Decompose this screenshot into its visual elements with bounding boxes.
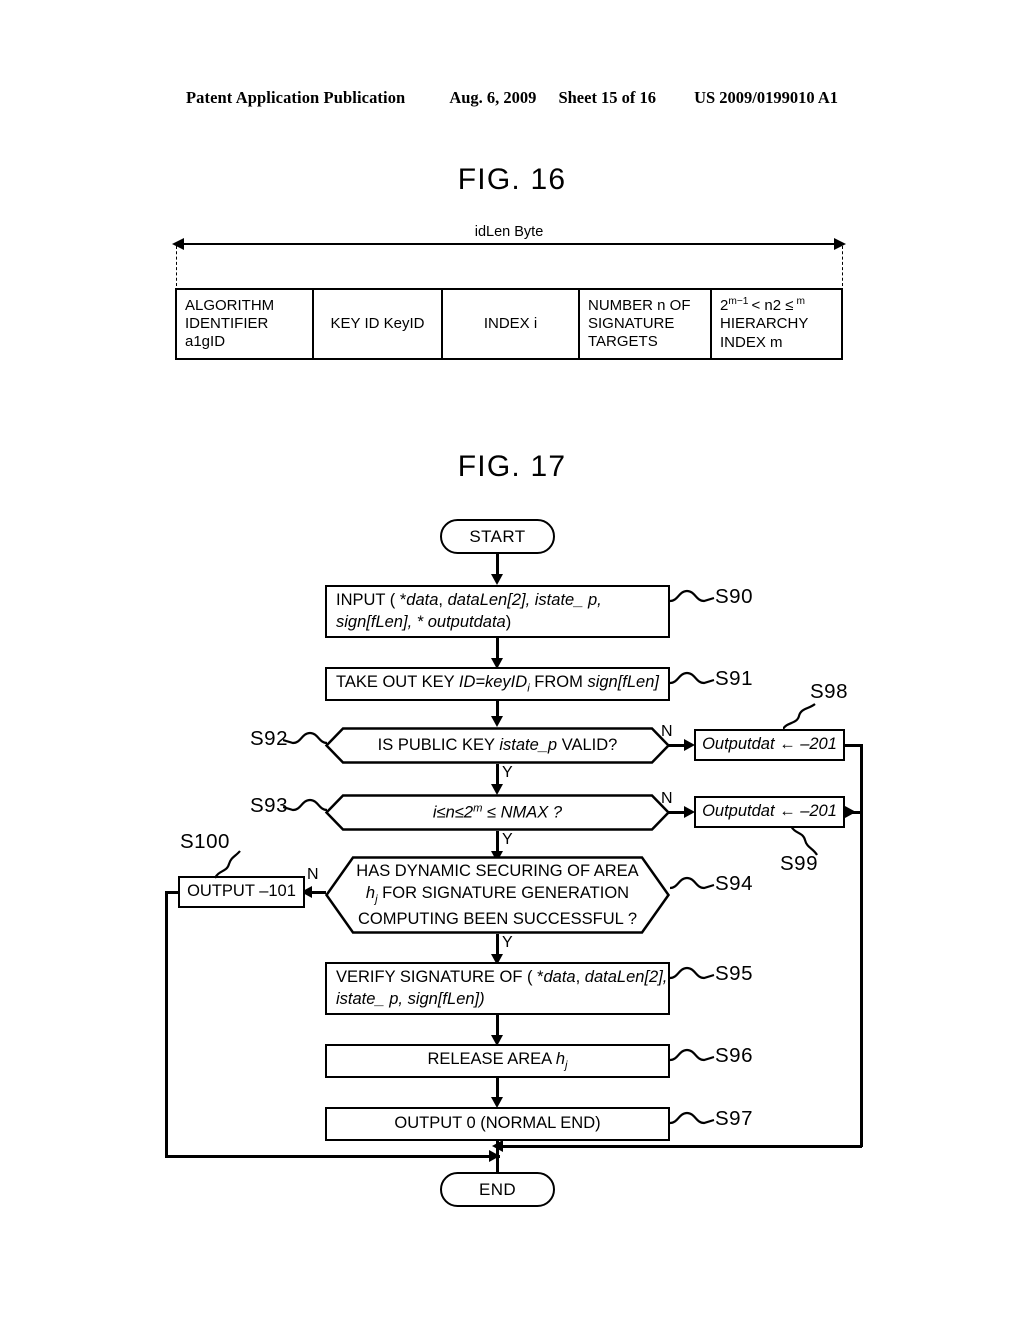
s95-line-2: istate_ p, sign[fLen]) [336, 989, 485, 1010]
step-label-s90: S90 [715, 585, 753, 608]
step-label-s98: S98 [810, 680, 848, 703]
s95-line-1: VERIFY SIGNATURE OF ( *data, dataLen[2], [336, 967, 667, 988]
s90-text: INPUT ( * [336, 591, 407, 610]
s95-var-data: data [543, 968, 576, 987]
flowchart-end-terminator: END [440, 1172, 555, 1207]
flowchart-node-s95: VERIFY SIGNATURE OF ( *data, dataLen[2],… [325, 962, 670, 1015]
leader-line-s95 [670, 966, 715, 980]
step-label-s97: S97 [715, 1107, 753, 1130]
s95-text: [fLen]) [437, 989, 485, 1008]
connector-s94-to-s100 [310, 891, 326, 894]
leader-line-s93 [283, 798, 328, 812]
flowchart-node-s90: INPUT ( *data, dataLen[2], istate_ p, si… [325, 585, 670, 638]
branch-label-s94-no: N [307, 866, 319, 883]
branch-label-s94-yes: Y [502, 934, 513, 951]
s98-line: Outputdat ← –201 [702, 735, 837, 754]
s95-var-istate: istate_ [336, 989, 385, 1008]
step-label-s92: S92 [250, 727, 288, 750]
s95-text: [2], [644, 968, 668, 987]
s90-line-1: INPUT ( *data, dataLen[2], istate_ p, [336, 590, 602, 611]
flowchart-node-s93: i≤n≤2m ≤ NMAX ? [324, 794, 671, 831]
step-label-s96: S96 [715, 1044, 753, 1067]
branch-label-s93-no: N [661, 790, 673, 807]
figure-17-title: FIG. 17 [457, 450, 567, 483]
leader-line-s90 [670, 589, 715, 603]
s95-var-datalen: dataLen [584, 968, 645, 987]
flowchart-start-terminator: START [440, 519, 555, 554]
connector-s93-to-s94 [496, 831, 499, 853]
s90-text: , [438, 591, 448, 610]
s96-subscript-j: j [565, 1059, 568, 1072]
s94-hexagon-outline [324, 856, 671, 934]
step-label-s94: S94 [715, 872, 753, 895]
branch-label-s93-yes: Y [502, 831, 513, 848]
s95-text: VERIFY SIGNATURE OF ( * [336, 968, 544, 987]
flowchart-node-s100: OUTPUT –101 [178, 876, 305, 908]
flowchart-node-s94: HAS DYNAMIC SECURING OF AREA hj FOR SIGN… [324, 856, 671, 934]
s90-text: p, [583, 591, 602, 610]
flowchart-node-s99: Outputdat ← –201 [694, 796, 845, 828]
s90-var-data: data [406, 591, 439, 610]
flowchart-node-s92: IS PUBLIC KEY istate_p VALID? [324, 727, 671, 764]
s90-text: ) [505, 612, 512, 631]
s91-line: TAKE OUT KEY ID=keyIDi FROM sign[fLen] [336, 672, 659, 696]
s99-line: Outputdat ← –201 [702, 802, 837, 821]
s90-text: [fLen], * [366, 612, 424, 631]
s91-var-sign: sign[fLen] [587, 673, 659, 692]
end-label: END [478, 1179, 517, 1199]
s91-var-keyid: ID=keyID [458, 673, 528, 692]
leader-line-s91 [670, 671, 715, 685]
step-label-s100: S100 [180, 830, 230, 853]
step-label-s95: S95 [715, 962, 753, 985]
s90-var-datalen: dataLen [447, 591, 508, 610]
leader-line-s92 [283, 731, 328, 745]
step-label-s91: S91 [715, 667, 753, 690]
s90-var-istate: istate_ [534, 591, 584, 610]
leader-line-s98 [783, 703, 816, 730]
branch-label-s92-yes: Y [502, 764, 513, 781]
rail-left-vertical [165, 891, 168, 1157]
s100-line: OUTPUT –101 [187, 882, 296, 901]
s90-text: [2], [507, 591, 535, 610]
leader-line-s97 [670, 1111, 715, 1125]
leader-line-s96 [670, 1048, 715, 1062]
arrowhead-start-to-s90 [491, 574, 503, 585]
s90-var-outputdata: outputdata [423, 612, 506, 631]
s95-text: , [575, 968, 585, 987]
flowchart-node-s98: Outputdat ← –201 [694, 729, 845, 761]
flowchart-node-s97: OUTPUT 0 (NORMAL END) [325, 1107, 670, 1141]
leader-line-s94 [670, 876, 715, 890]
s96-line: RELEASE AREA hj [427, 1049, 567, 1073]
step-label-s99: S99 [780, 852, 818, 875]
s91-text: TAKE OUT KEY [336, 673, 459, 692]
s95-text: p, [384, 989, 408, 1008]
arrowhead-s99-rail [845, 806, 856, 818]
s92-hexagon-outline [324, 727, 671, 764]
leader-line-s100 [214, 850, 241, 879]
s93-hexagon-outline [324, 794, 671, 831]
rail-left-bottom [165, 1155, 500, 1158]
s95-var-sign: sign [407, 989, 438, 1008]
start-label: START [469, 526, 526, 546]
arrowhead-s91-to-s92 [491, 716, 503, 727]
connector-s92-to-s93 [496, 764, 499, 786]
s97-line: OUTPUT 0 (NORMAL END) [394, 1114, 601, 1133]
patent-drawing-sheet: Patent Application Publication Aug. 6, 2… [0, 0, 1024, 1320]
s90-var-sign: sign [336, 612, 367, 631]
rail-right-bottom [500, 1145, 862, 1148]
figure-17: FIG. 17 START INPUT ( *data, dataLen[2],… [0, 0, 1024, 1320]
branch-label-s92-no: N [661, 723, 673, 740]
step-label-s93: S93 [250, 794, 288, 817]
rail-right-vertical [860, 744, 863, 1147]
flowchart-node-s91: TAKE OUT KEY ID=keyIDi FROM sign[fLen] [325, 667, 670, 701]
s96-var-h: h [555, 1050, 566, 1069]
s96-text: RELEASE AREA [427, 1050, 556, 1069]
s91-text: FROM [529, 673, 588, 692]
flowchart-node-s96: RELEASE AREA hj [325, 1044, 670, 1078]
s90-line-2: sign[fLen], * outputdata) [336, 612, 511, 633]
